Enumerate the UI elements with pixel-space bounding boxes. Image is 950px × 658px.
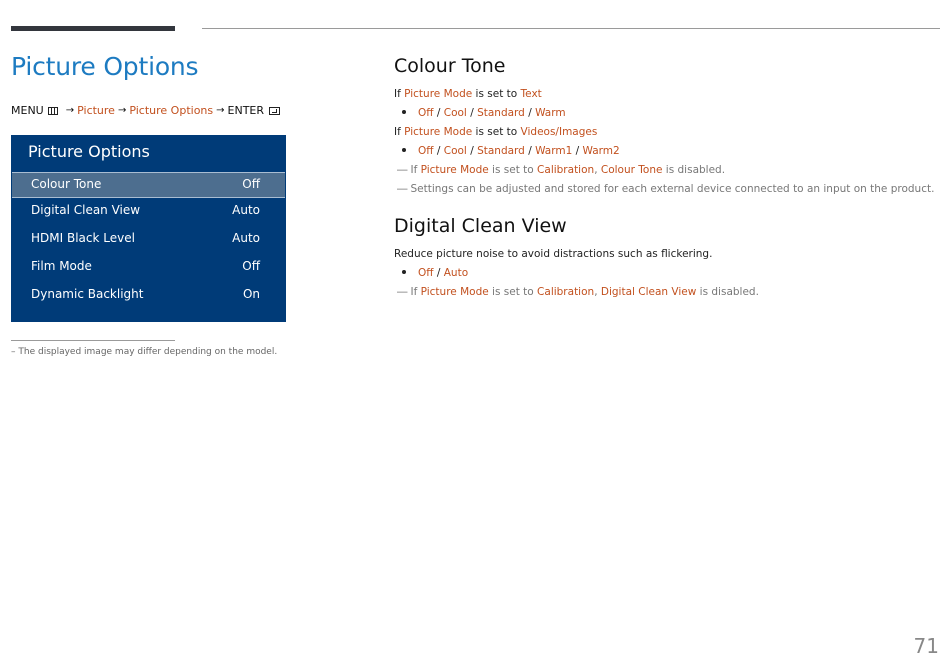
osd-item-label: Film Mode <box>31 259 92 273</box>
enter-label: ENTER <box>227 104 265 117</box>
osd-item-film-mode[interactable]: Film Mode Off <box>11 254 286 280</box>
osd-item-label: Dynamic Backlight <box>31 287 144 301</box>
osd-item-value: Off <box>242 259 260 273</box>
osd-item-label: Digital Clean View <box>31 203 141 217</box>
options-dcv: Off / Auto <box>402 267 468 279</box>
footnote: – The displayed image may differ dependi… <box>11 347 278 357</box>
note-colour-tone-disabled: ― If Picture Mode is set to Calibration, … <box>397 164 726 176</box>
osd-item-value: On <box>242 287 260 301</box>
page-title: Picture Options <box>11 52 199 81</box>
osd-item-colour-tone[interactable]: Colour Tone Off <box>12 172 285 198</box>
osd-item-value: Off <box>242 177 260 191</box>
osd-item-hdmi-black-level[interactable]: HDMI Black Level Auto <box>11 226 286 252</box>
section-title-digital-clean-view: Digital Clean View <box>394 215 567 237</box>
osd-item-digital-clean-view[interactable]: Digital Clean View Auto <box>11 198 286 224</box>
options-video-mode: Off / Cool / Standard / Warm1 / Warm2 <box>402 145 620 157</box>
osd-title: Picture Options <box>28 142 150 161</box>
osd-item-label: HDMI Black Level <box>31 231 135 245</box>
note-dcv-disabled: ― If Picture Mode is set to Calibration, … <box>397 286 759 298</box>
menu-path: MENU → Picture → Picture Options → ENTER <box>11 104 281 117</box>
section-title-colour-tone: Colour Tone <box>394 55 506 77</box>
arrow-icon: → <box>117 105 127 116</box>
options-text-mode: Off / Cool / Standard / Warm <box>402 107 566 119</box>
condition-video-mode: If Picture Mode is set to Videos/Images <box>394 126 598 138</box>
osd-item-label: Colour Tone <box>31 177 102 191</box>
header-rule-thick <box>11 26 175 31</box>
note-settings-stored: ― Settings can be adjusted and stored for… <box>397 183 935 195</box>
osd-item-dynamic-backlight[interactable]: Dynamic Backlight On <box>11 282 286 308</box>
menu-label: MENU <box>11 104 44 117</box>
page-number: 71 <box>913 634 939 658</box>
header-rule-thin <box>202 28 940 29</box>
enter-icon <box>269 106 281 115</box>
arrow-icon: → <box>216 105 225 116</box>
osd-item-value: Auto <box>232 203 260 217</box>
footnote-rule <box>11 340 175 341</box>
bullet-icon <box>402 148 406 152</box>
menu-path-picture-options: Picture Options <box>129 104 214 117</box>
menu-icon <box>47 106 58 115</box>
osd-menu-panel: Picture Options Colour Tone Off Digital … <box>11 135 286 322</box>
bullet-icon <box>402 270 406 274</box>
condition-text-mode: If Picture Mode is set to Text <box>394 88 542 100</box>
bullet-icon <box>402 110 406 114</box>
dcv-description: Reduce picture noise to avoid distractio… <box>394 248 713 260</box>
osd-item-value: Auto <box>232 231 260 245</box>
arrow-icon: → <box>65 105 75 116</box>
menu-path-picture: Picture <box>77 104 115 117</box>
